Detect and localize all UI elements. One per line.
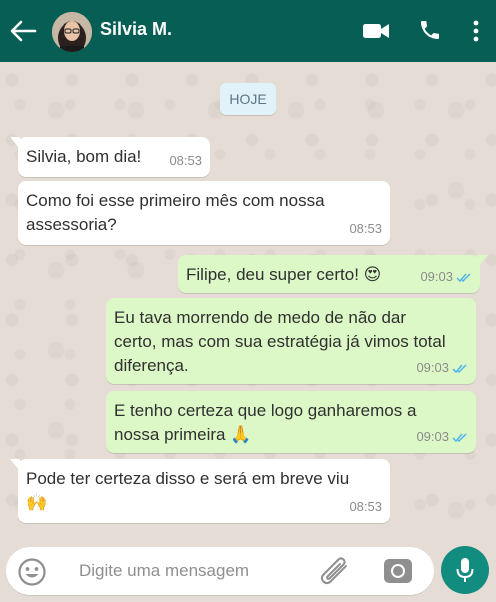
message-time: 09:03 [420, 269, 453, 284]
arrow-left-icon[interactable] [8, 17, 38, 45]
double-check-icon [456, 272, 471, 282]
message-meta: 09:03 [416, 425, 468, 449]
microphone-icon [456, 558, 474, 582]
message-time: 08:53 [349, 499, 382, 514]
chat-header: Silvia M. [0, 0, 496, 62]
message-text-line: assessoria? [26, 215, 117, 234]
message-outgoing[interactable]: Filipe, deu super certo! 😍 09:03 [178, 255, 488, 293]
message-outgoing[interactable]: Eu tava morrendo de medo de não dar cert… [106, 298, 476, 384]
message-incoming[interactable]: Como foi esse primeiro mês com nossa ass… [18, 181, 390, 245]
message-text-line: 🙌 [26, 493, 48, 512]
contact-name[interactable]: Silvia M. [100, 19, 172, 40]
message-text: Filipe, deu super certo! 😍 [186, 265, 382, 284]
message-text-line: E tenho certeza que logo ganharemos a [114, 401, 417, 420]
message-meta: 09:03 [416, 356, 468, 380]
message-time: 09:03 [416, 429, 449, 444]
message-text: Silvia, bom dia! [26, 147, 142, 166]
date-chip: HOJE [220, 83, 276, 115]
message-incoming[interactable]: Pode ter certeza disso e será em breve v… [10, 459, 390, 523]
video-call-icon[interactable] [362, 21, 390, 41]
message-time: 08:53 [349, 221, 382, 236]
bubble-tail [478, 255, 488, 267]
camera-icon[interactable] [383, 557, 413, 585]
bubble-tail [10, 137, 20, 149]
message-outgoing[interactable]: E tenho certeza que logo ganharemos a no… [106, 391, 476, 453]
phone-icon[interactable] [418, 18, 442, 42]
message-incoming[interactable]: Silvia, bom dia! 08:53 [10, 137, 210, 177]
message-meta: 09:03 [420, 265, 472, 289]
double-check-icon [452, 363, 467, 373]
more-vertical-icon[interactable] [472, 19, 480, 43]
double-check-icon [452, 432, 467, 442]
message-text-line: nossa primeira 🙏 [114, 425, 252, 444]
microphone-button[interactable] [441, 546, 489, 594]
message-input[interactable]: Digite uma mensagem [79, 561, 249, 581]
avatar-image [52, 12, 92, 52]
message-text-line: certo, mas com sua estratégia já vimos t… [114, 332, 446, 351]
emoji-icon[interactable] [17, 557, 47, 587]
message-text-line: Pode ter certeza disso e será em breve v… [26, 469, 350, 488]
avatar[interactable] [52, 12, 92, 52]
message-text-line: diferença. [114, 356, 189, 375]
paperclip-icon[interactable] [318, 557, 352, 587]
message-time: 09:03 [416, 360, 449, 375]
chat-area[interactable]: HOJE Silvia, bom dia! 08:53 Como foi ess… [0, 62, 496, 542]
bubble-tail [10, 459, 20, 471]
message-time: 08:53 [169, 153, 202, 168]
message-input-box[interactable]: Digite uma mensagem [6, 547, 434, 595]
message-text-line: Eu tava morrendo de medo de não dar [114, 308, 407, 327]
composer: Digite uma mensagem [0, 542, 496, 602]
message-text-line: Como foi esse primeiro mês com nossa [26, 191, 325, 210]
